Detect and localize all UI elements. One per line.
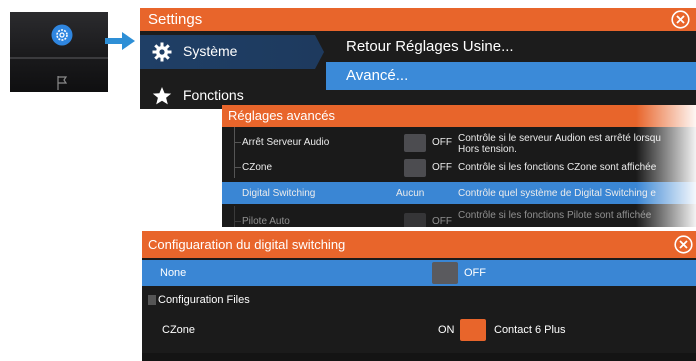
home-tile xyxy=(10,12,108,92)
settings-close-icon[interactable] xyxy=(671,10,690,29)
menu-item-retour-reglages-usine[interactable]: Retour Réglages Usine... xyxy=(326,33,696,61)
config-title: Configuaration du digital switching xyxy=(148,237,346,252)
setting-name: Digital Switching xyxy=(242,188,316,199)
expand-icon[interactable] xyxy=(148,295,156,305)
sidebar-item-label: Système xyxy=(183,43,238,59)
option-name: CZone xyxy=(162,324,196,336)
advanced-settings-window: Réglages avancés Arrêt Serveur Audio OFF… xyxy=(222,105,696,227)
gear-icon xyxy=(152,42,172,62)
settings-title: Settings xyxy=(148,11,203,28)
setting-description: Contrôle si les fonctions Pilote sont af… xyxy=(458,210,652,221)
flag-icon[interactable] xyxy=(56,75,68,91)
option-value: Contact 6 Plus xyxy=(494,324,566,336)
setting-row-czone[interactable]: CZone OFF Contrôle si les fonctions CZon… xyxy=(222,152,696,178)
toggle-switch[interactable] xyxy=(432,262,458,284)
config-close-icon[interactable] xyxy=(674,235,693,254)
settings-body: Système Fonctions Retour Réglages Usine.… xyxy=(140,31,696,109)
advanced-body: Arrêt Serveur Audio OFF Contrôle si le s… xyxy=(222,127,696,227)
toggle-state: OFF xyxy=(432,137,452,148)
settings-window: Settings Système Fonctions Retour Réglag… xyxy=(140,8,696,109)
setting-name: Pilote Auto xyxy=(242,216,290,227)
toggle-state: OFF xyxy=(464,267,486,279)
sidebar-item-systeme[interactable]: Système xyxy=(140,35,324,69)
option-row-none[interactable]: None OFF xyxy=(142,260,696,286)
sidebar-item-label: Fonctions xyxy=(183,87,244,103)
toggle-state: OFF xyxy=(432,162,452,173)
toggle-switch[interactable] xyxy=(404,159,426,177)
toggle-state: ON xyxy=(438,324,455,336)
toggle-switch[interactable] xyxy=(404,134,426,152)
menu-item-avance[interactable]: Avancé... xyxy=(326,62,696,90)
digital-switching-config-window: Configuaration du digital switching None… xyxy=(142,231,696,361)
setting-row-pilote-auto[interactable]: Pilote Auto OFF Contrôle si les fonction… xyxy=(222,206,696,227)
advanced-title: Réglages avancés xyxy=(228,108,335,123)
settings-titlebar: Settings xyxy=(140,8,696,31)
option-name: Configuration Files xyxy=(158,294,250,306)
setting-description: Contrôle quel système de Digital Switchi… xyxy=(458,188,656,199)
arrow-right-icon xyxy=(105,32,135,50)
option-name: None xyxy=(160,267,187,279)
settings-gear-icon[interactable] xyxy=(51,24,73,46)
toggle-state: OFF xyxy=(432,216,452,227)
setting-description: Contrôle si les fonctions CZone sont aff… xyxy=(458,162,657,173)
setting-name: Arrêt Serveur Audio xyxy=(242,137,330,148)
setting-row-digital-switching[interactable]: Digital Switching Aucun Contrôle quel sy… xyxy=(222,182,696,204)
config-titlebar: Configuaration du digital switching xyxy=(142,231,696,258)
star-icon xyxy=(152,87,172,105)
setting-value: Aucun xyxy=(396,188,425,199)
setting-name: CZone xyxy=(242,162,273,173)
option-row-czone[interactable]: CZone ON Contact 6 Plus xyxy=(142,317,696,343)
tile-divider xyxy=(10,57,108,59)
config-footer xyxy=(142,353,696,361)
setting-row-arret-serveur-audio[interactable]: Arrêt Serveur Audio OFF Contrôle si le s… xyxy=(222,127,696,155)
toggle-switch[interactable] xyxy=(404,213,426,227)
advanced-titlebar: Réglages avancés xyxy=(222,105,696,127)
option-row-configuration-files[interactable]: Configuration Files xyxy=(142,287,696,313)
toggle-switch[interactable] xyxy=(460,319,486,341)
setting-description: Contrôle si le serveur Audion est arrêté… xyxy=(458,133,661,155)
